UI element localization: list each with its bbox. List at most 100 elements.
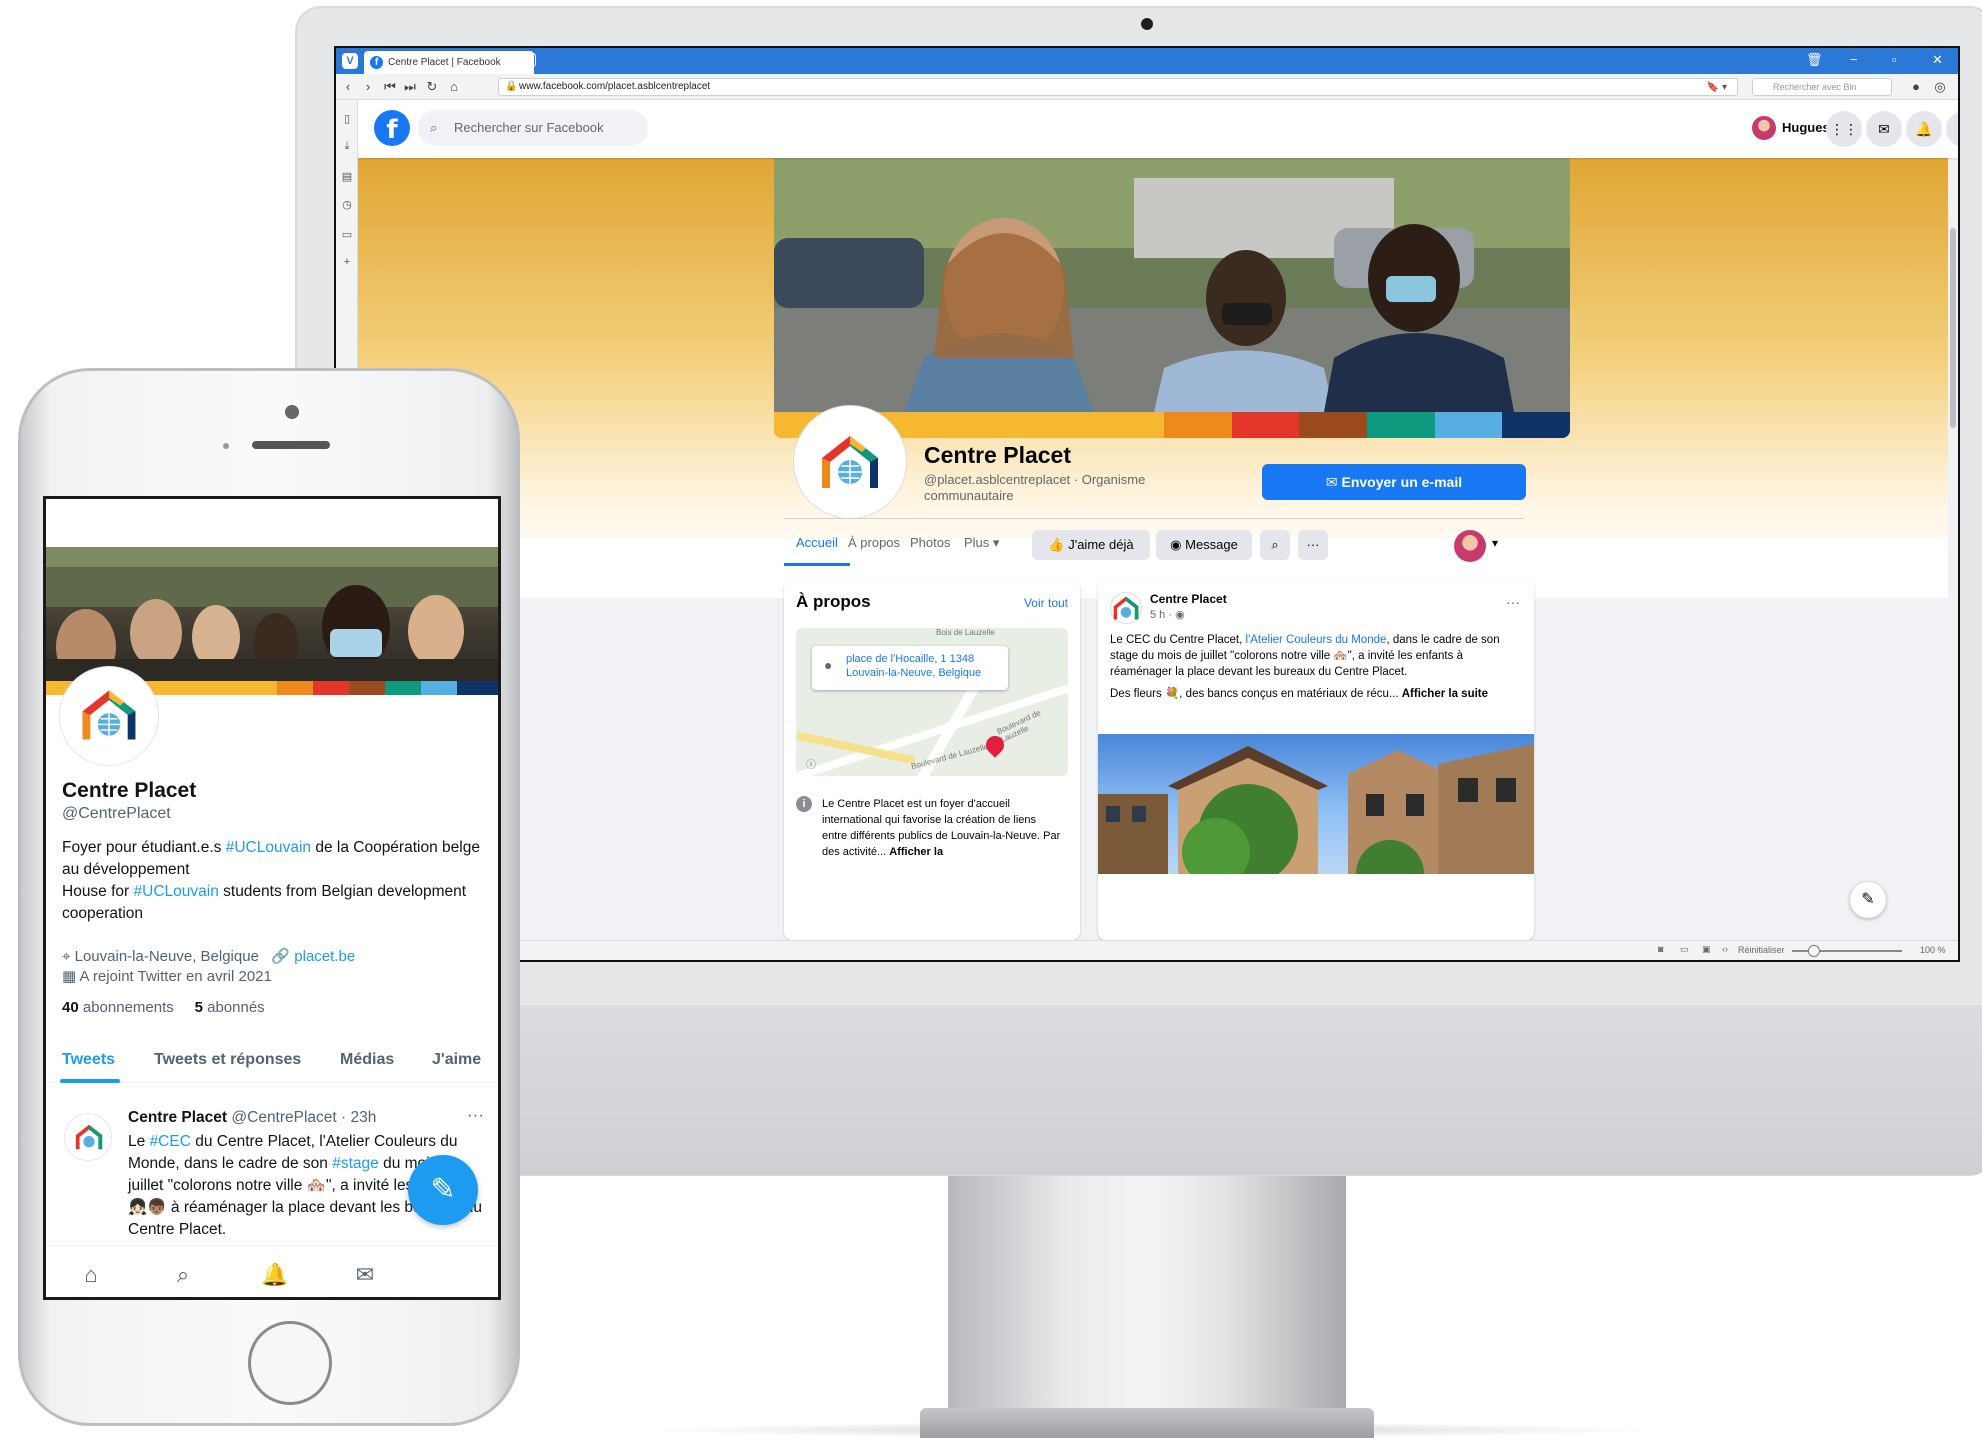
avatar[interactable] bbox=[1454, 530, 1486, 562]
imac-stand bbox=[948, 1172, 1346, 1412]
zoom-slider[interactable] bbox=[1792, 945, 1902, 957]
notifications-bell-icon[interactable]: 🔔 bbox=[1906, 111, 1942, 147]
forward-icon[interactable]: › bbox=[360, 79, 376, 94]
hashtag-link[interactable]: #UCLouvain bbox=[226, 839, 311, 856]
about-title: À propos bbox=[796, 592, 871, 611]
facebook-favicon-icon: f bbox=[370, 56, 383, 69]
scrollbar-thumb[interactable] bbox=[1950, 228, 1956, 428]
about-card: À propos Voir tout Bois de Lauzelle Boul… bbox=[784, 580, 1080, 940]
page-scrollbar[interactable] bbox=[1948, 158, 1958, 940]
centre-placet-logo-icon bbox=[75, 1124, 103, 1150]
location-map[interactable]: Bois de Lauzelle Boulevard de Lauzelle B… bbox=[796, 628, 1068, 776]
address-popup[interactable]: ● place de l'Hocaille, 1 1348 Louvain-la… bbox=[812, 646, 1008, 690]
browser-search-input[interactable]: Rechercher avec Bin bbox=[1752, 78, 1892, 96]
tweet-header: Centre Placet @CentrePlacet · 23h bbox=[128, 1109, 376, 1127]
search-icon[interactable]: ⌕ bbox=[168, 1260, 198, 1290]
reset-zoom-label[interactable]: Réinitialiser bbox=[1738, 945, 1785, 955]
tweet-author-name[interactable]: Centre Placet bbox=[128, 1109, 227, 1126]
facebook-logo-icon[interactable]: f bbox=[374, 110, 410, 146]
followers-count: 5 bbox=[194, 999, 203, 1016]
image-icon[interactable]: ▣ bbox=[1702, 944, 1711, 955]
camera-icon[interactable]: ◙ bbox=[1658, 944, 1663, 954]
following-link[interactable]: 40 abonnements bbox=[62, 999, 174, 1016]
browser-tab[interactable]: f Centre Placet | Facebook bbox=[364, 51, 534, 74]
page-profile-picture[interactable] bbox=[794, 406, 906, 518]
messages-mail-icon[interactable]: ✉ bbox=[350, 1260, 380, 1290]
post-more-icon[interactable]: ··· bbox=[1506, 594, 1520, 610]
vivaldi-menu-icon[interactable]: ◎ bbox=[1932, 79, 1948, 95]
post-image[interactable] bbox=[1098, 734, 1534, 874]
back-icon[interactable]: ‹ bbox=[340, 79, 356, 94]
account-chevron-down-icon[interactable]: ▾ bbox=[1946, 111, 1958, 147]
active-tab-indicator bbox=[60, 1079, 120, 1083]
twitter-bio: Foyer pour étudiant.e.s #UCLouvain de la… bbox=[62, 837, 482, 925]
notifications-bell-icon[interactable]: 🔔 bbox=[260, 1260, 290, 1290]
post-show-more-link[interactable]: Afficher la suite bbox=[1402, 688, 1488, 700]
info-small-icon[interactable]: ⓘ bbox=[806, 756, 816, 771]
post-author-avatar[interactable] bbox=[1110, 592, 1142, 624]
tab-tweets-replies[interactable]: Tweets et réponses bbox=[154, 1037, 301, 1083]
home-icon[interactable]: ⌂ bbox=[446, 79, 462, 94]
edit-compose-icon[interactable]: ✎ bbox=[1850, 882, 1886, 918]
home-icon[interactable]: ⌂ bbox=[76, 1260, 106, 1290]
code-icon[interactable]: ‹› bbox=[1722, 944, 1728, 954]
reload-icon[interactable]: ↻ bbox=[424, 79, 440, 95]
tab-likes[interactable]: J'aime bbox=[432, 1037, 481, 1083]
hashtag-link[interactable]: #stage bbox=[332, 1155, 379, 1172]
hashtag-link[interactable]: #CEC bbox=[150, 1133, 191, 1150]
address-line-2: Louvain-la-Neuve, Belgique bbox=[846, 667, 982, 679]
see-all-link[interactable]: Voir tout bbox=[1024, 596, 1068, 610]
window-panel-icon[interactable]: ▭ bbox=[340, 228, 354, 241]
facebook-search-input[interactable]: ⌕ Rechercher sur Facebook bbox=[418, 110, 648, 146]
profile-icon[interactable]: ● bbox=[1908, 79, 1924, 94]
post-author-name[interactable]: Centre Placet bbox=[1150, 592, 1227, 606]
trash-icon[interactable]: 🗑 bbox=[1806, 52, 1823, 68]
notes-panel-icon[interactable]: ▤ bbox=[340, 170, 354, 183]
tweet-more-icon[interactable]: ··· bbox=[467, 1105, 484, 1125]
info-icon: i bbox=[796, 796, 812, 812]
about-description: Le Centre Placet est un foyer d'accueil … bbox=[822, 796, 1062, 860]
twitter-profile-avatar[interactable] bbox=[60, 667, 158, 765]
chevron-down-icon[interactable]: ▾ bbox=[1492, 536, 1498, 550]
maximize-icon[interactable]: ▫ bbox=[1892, 52, 1897, 67]
tile-icon[interactable]: ▭ bbox=[1680, 944, 1689, 955]
page-search-icon[interactable]: ⌕ bbox=[1260, 530, 1290, 560]
facebook-user-chip[interactable]: Hugues bbox=[1748, 114, 1830, 142]
url-input[interactable]: 🔒 www.facebook.com/placet.asblcentreplac… bbox=[498, 78, 1738, 96]
tweet-author-avatar[interactable] bbox=[64, 1113, 112, 1161]
close-icon[interactable]: ✕ bbox=[1932, 52, 1943, 68]
rewind-icon[interactable]: ⏮ bbox=[382, 79, 398, 95]
like-button[interactable]: 👍 J'aime déjà bbox=[1032, 530, 1150, 560]
vivaldi-logo-icon[interactable]: V bbox=[342, 53, 358, 69]
minimize-icon[interactable]: − bbox=[1850, 52, 1858, 67]
add-panel-icon[interactable]: + bbox=[340, 256, 354, 268]
post-timestamp[interactable]: 5 h · ◉ bbox=[1150, 608, 1185, 621]
centre-placet-logo-icon bbox=[822, 436, 878, 488]
compose-tweet-button[interactable]: ✎ bbox=[408, 1155, 478, 1225]
twitter-website-link[interactable]: placet.be bbox=[294, 948, 355, 965]
downloads-panel-icon[interactable]: ⤓ bbox=[340, 140, 354, 153]
tab-plus[interactable]: Plus ▾ bbox=[952, 520, 1011, 566]
post-text-link[interactable]: l'Atelier Couleurs du Monde bbox=[1246, 634, 1387, 646]
about-show-more-link[interactable]: Afficher la bbox=[889, 846, 943, 858]
hashtag-link[interactable]: #UCLouvain bbox=[134, 883, 219, 900]
map-label: Bois de Lauzelle bbox=[936, 628, 995, 637]
menu-grid-icon[interactable]: ⋮⋮ bbox=[1826, 111, 1862, 147]
followers-link[interactable]: 5 abonnés bbox=[195, 999, 265, 1016]
bookmarks-panel-icon[interactable]: ▯ bbox=[340, 112, 354, 125]
twitter-location-row: ⌖ Louvain-la-Neuve, Belgique 🔗 placet.be bbox=[62, 947, 355, 965]
zoom-slider-handle[interactable] bbox=[1808, 945, 1820, 957]
tab-tweets[interactable]: Tweets bbox=[62, 1037, 115, 1083]
messenger-icon[interactable]: ✉ bbox=[1866, 111, 1902, 147]
new-tab-icon[interactable]: + bbox=[522, 53, 536, 67]
fast-forward-icon[interactable]: ⏭ bbox=[402, 79, 418, 95]
message-button[interactable]: ◉ Message bbox=[1156, 530, 1252, 560]
tab-medias[interactable]: Médias bbox=[340, 1037, 394, 1083]
bookmark-icon[interactable]: 🔖 ▾ bbox=[1707, 80, 1727, 96]
send-email-button[interactable]: ✉ Envoyer un e-mail bbox=[1262, 464, 1526, 500]
iphone-home-button[interactable] bbox=[248, 1321, 332, 1405]
zoom-level: 100 % bbox=[1920, 945, 1946, 955]
more-options-icon[interactable]: ··· bbox=[1298, 530, 1328, 560]
history-panel-icon[interactable]: ◷ bbox=[340, 198, 354, 211]
cover-photo[interactable] bbox=[774, 158, 1570, 438]
